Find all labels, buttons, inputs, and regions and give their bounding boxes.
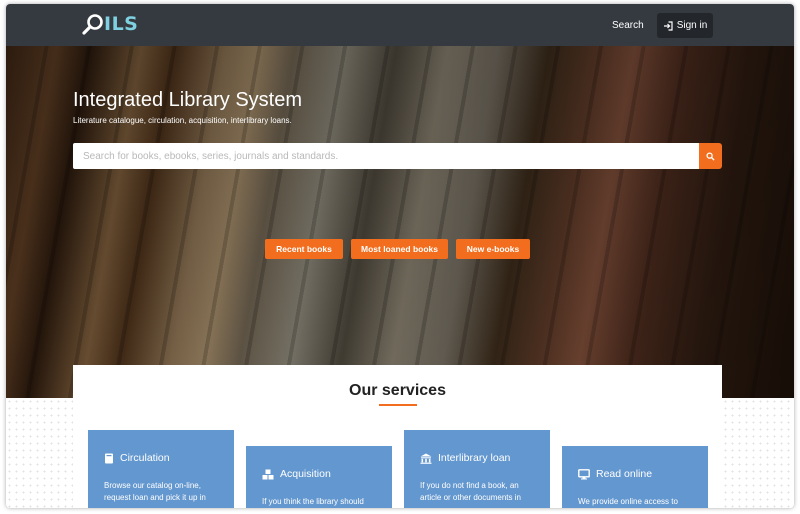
recent-books-button[interactable]: Recent books — [265, 239, 343, 259]
card-title: Acquisition — [280, 468, 331, 480]
browser-window: ILS Search Sign in Integrated Library Sy… — [6, 4, 794, 508]
service-card-acquisition[interactable]: Acquisition If you think the library sho… — [246, 446, 392, 508]
dot-pattern-right — [722, 398, 794, 508]
card-header: Circulation — [104, 452, 170, 464]
card-text: If you do not find a book, an article or… — [420, 480, 538, 504]
sign-in-button[interactable]: Sign in — [657, 13, 713, 38]
card-header: Read online — [578, 468, 652, 480]
page-subtitle: Literature catalogue, circulation, acqui… — [73, 116, 292, 125]
magnifier-logo-icon[interactable] — [82, 12, 104, 38]
new-ebooks-button[interactable]: New e-books — [456, 239, 530, 259]
card-title: Interlibrary loan — [438, 452, 510, 464]
catalog-search-input[interactable] — [73, 143, 699, 169]
card-text: If you think the library should — [262, 496, 380, 508]
book-icon — [104, 453, 114, 464]
services-title: Our services — [73, 382, 722, 400]
card-text: Browse our catalog on-line, request loan… — [104, 480, 222, 504]
card-title: Circulation — [120, 452, 170, 464]
card-text: We provide online access to — [578, 496, 696, 508]
hero-banner: Integrated Library System Literature cat… — [6, 46, 794, 398]
service-card-interlibrary-loan[interactable]: Interlibrary loan If you do not find a b… — [404, 430, 550, 508]
nav-search-link[interactable]: Search — [612, 20, 644, 31]
top-navbar: ILS Search Sign in — [6, 4, 794, 46]
sign-in-icon — [663, 21, 673, 31]
card-header: Interlibrary loan — [420, 452, 510, 464]
card-header: Acquisition — [262, 468, 331, 480]
card-title: Read online — [596, 468, 652, 480]
logo-text[interactable]: ILS — [104, 13, 138, 35]
most-loaned-books-button[interactable]: Most loaned books — [351, 239, 448, 259]
service-card-circulation[interactable]: Circulation Browse our catalog on-line, … — [88, 430, 234, 508]
monitor-icon — [578, 469, 590, 480]
dot-pattern-left — [6, 398, 73, 508]
boxes-icon — [262, 469, 274, 480]
search-icon — [706, 152, 715, 161]
page-title: Integrated Library System — [73, 89, 302, 112]
building-icon — [420, 453, 432, 464]
sign-in-label: Sign in — [677, 20, 708, 31]
service-card-read-online[interactable]: Read online We provide online access to — [562, 446, 708, 508]
title-underline — [379, 404, 417, 406]
search-submit-button[interactable] — [699, 143, 722, 169]
